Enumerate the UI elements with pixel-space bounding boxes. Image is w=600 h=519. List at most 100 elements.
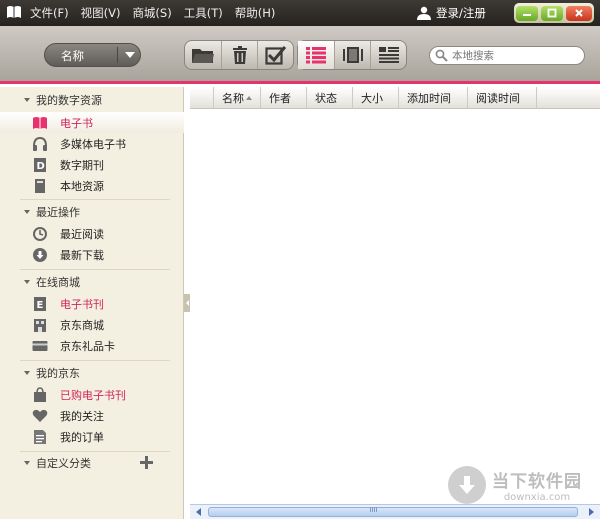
close-icon	[575, 9, 583, 17]
search-box	[429, 46, 585, 65]
sidebar-item-label: 我的订单	[60, 430, 104, 444]
search-input[interactable]	[452, 48, 580, 63]
menu-tools[interactable]: 工具(T)	[184, 5, 223, 21]
menu-help[interactable]: 帮助(H)	[235, 5, 276, 21]
sort-asc-icon	[246, 96, 252, 100]
expand-triangle-icon	[24, 210, 30, 214]
window-controls	[514, 3, 594, 23]
collapse-arrow-icon	[185, 300, 189, 306]
table-header: 名称 作者 状态 大小 添加时间 阅读时间	[190, 87, 600, 109]
watermark: 当下软件园 downxia.com	[448, 462, 588, 508]
column-header-read-time[interactable]: 阅读时间	[468, 87, 537, 109]
order-icon	[34, 429, 46, 444]
column-header-author[interactable]: 作者	[261, 87, 307, 109]
minimize-button[interactable]	[516, 5, 538, 21]
list-view-icon	[306, 47, 326, 64]
arrow-right-icon	[589, 508, 594, 516]
sidebar-item-label: 京东商城	[60, 318, 104, 332]
scroll-left-button[interactable]	[192, 506, 206, 518]
sidebar-item-label: 最近阅读	[60, 227, 104, 241]
bag-icon	[34, 386, 46, 402]
sidebar-item-purchased-ebooks[interactable]: 已购电子书刊	[0, 384, 184, 405]
section-divider	[20, 269, 170, 270]
app-logo-icon	[7, 6, 21, 18]
download-icon	[33, 247, 47, 262]
section-recent-actions[interactable]: 最近操作	[0, 202, 184, 222]
list-view-button[interactable]	[298, 41, 334, 69]
sidebar-item-my-follows[interactable]: 我的关注	[0, 405, 184, 426]
section-title: 我的京东	[36, 367, 80, 380]
batch-select-button[interactable]	[257, 41, 293, 69]
ebook-store-icon: E	[34, 296, 46, 311]
menu-view[interactable]: 视图(V)	[81, 5, 121, 21]
login-label: 登录/注册	[436, 6, 486, 20]
gift-card-icon	[32, 340, 48, 351]
sidebar-item-jd-gift-card[interactable]: 京东礼品卡	[0, 335, 184, 356]
sidebar-item-multimedia-ebooks[interactable]: 多媒体电子书	[0, 133, 184, 154]
sidebar-item-latest-downloads[interactable]: 最新下载	[0, 244, 184, 265]
column-header-status[interactable]: 状态	[307, 87, 353, 109]
sidebar-item-label: 京东礼品卡	[60, 339, 115, 353]
store-icon	[34, 318, 46, 332]
column-header-name[interactable]: 名称	[214, 87, 261, 109]
sidebar-item-digital-journals[interactable]: D 数字期刊	[0, 154, 184, 175]
column-label: 添加时间	[407, 92, 451, 105]
column-header-added-time[interactable]: 添加时间	[399, 87, 468, 109]
expand-triangle-icon	[24, 98, 30, 102]
section-title: 最近操作	[36, 206, 80, 219]
sort-dropdown[interactable]: 名称	[44, 43, 141, 67]
folder-icon	[192, 49, 214, 63]
scrollbar-thumb[interactable]	[208, 507, 578, 517]
sidebar-item-label: 我的关注	[60, 409, 104, 423]
heart-icon	[32, 409, 48, 422]
close-button[interactable]	[566, 5, 592, 21]
section-divider	[20, 451, 170, 452]
watermark-site: downxia.com	[503, 492, 571, 503]
headphones-icon	[33, 136, 47, 151]
section-title: 在线商城	[36, 276, 80, 289]
column-label: 阅读时间	[476, 92, 520, 105]
add-category-icon[interactable]	[140, 456, 153, 469]
section-my-jd[interactable]: 我的京东	[0, 363, 184, 383]
column-label: 大小	[361, 92, 383, 105]
toolbar: 名称	[0, 26, 600, 84]
delete-button[interactable]	[221, 41, 257, 69]
section-divider	[20, 199, 170, 200]
section-custom-category[interactable]: 自定义分类	[0, 453, 184, 473]
menu-file[interactable]: 文件(F)	[30, 5, 69, 21]
sidebar-item-label: 多媒体电子书	[60, 137, 126, 151]
sidebar-item-jd-mall[interactable]: 京东商城	[0, 314, 184, 335]
sidebar-item-ebooks[interactable]: 电子书	[0, 112, 184, 133]
action-button-group	[184, 40, 294, 70]
trash-icon	[232, 46, 247, 64]
login-register-link[interactable]: 登录/注册	[416, 0, 486, 26]
section-my-digital-resources[interactable]: 我的数字资源	[0, 90, 184, 110]
title-bar: 文件(F) 视图(V) 商城(S) 工具(T) 帮助(H) 登录/注册	[0, 0, 600, 26]
sidebar-item-recently-read[interactable]: 最近阅读	[0, 223, 184, 244]
maximize-icon	[547, 8, 557, 18]
expand-triangle-icon	[24, 371, 30, 375]
sidebar-item-my-orders[interactable]: 我的订单	[0, 426, 184, 447]
user-icon	[417, 6, 431, 20]
sidebar: 我的数字资源 电子书 多媒体电子书 D 数字期刊 本地资源 最近操作 最近阅读	[0, 87, 184, 519]
sidebar-item-label: 数字期刊	[60, 158, 104, 172]
section-online-store[interactable]: 在线商城	[0, 272, 184, 292]
sidebar-item-label: 电子书	[60, 116, 93, 130]
detail-view-button[interactable]	[370, 41, 406, 69]
column-label: 状态	[315, 92, 337, 105]
section-divider	[20, 360, 170, 361]
sidebar-item-local-resources[interactable]: 本地资源	[0, 175, 184, 196]
maximize-button[interactable]	[541, 5, 563, 21]
open-folder-button[interactable]	[185, 41, 221, 69]
svg-text:D: D	[37, 161, 45, 172]
search-icon	[435, 49, 448, 62]
column-blank	[190, 87, 214, 109]
book-view-button[interactable]	[334, 41, 370, 69]
column-header-size[interactable]: 大小	[353, 87, 399, 109]
menu-bar: 文件(F) 视图(V) 商城(S) 工具(T) 帮助(H)	[30, 0, 287, 26]
book-view-icon	[342, 47, 363, 63]
column-label: 作者	[269, 92, 291, 105]
menu-store[interactable]: 商城(S)	[132, 5, 171, 21]
local-file-icon	[35, 178, 45, 193]
sidebar-item-ebook-store[interactable]: E 电子书刊	[0, 293, 184, 314]
